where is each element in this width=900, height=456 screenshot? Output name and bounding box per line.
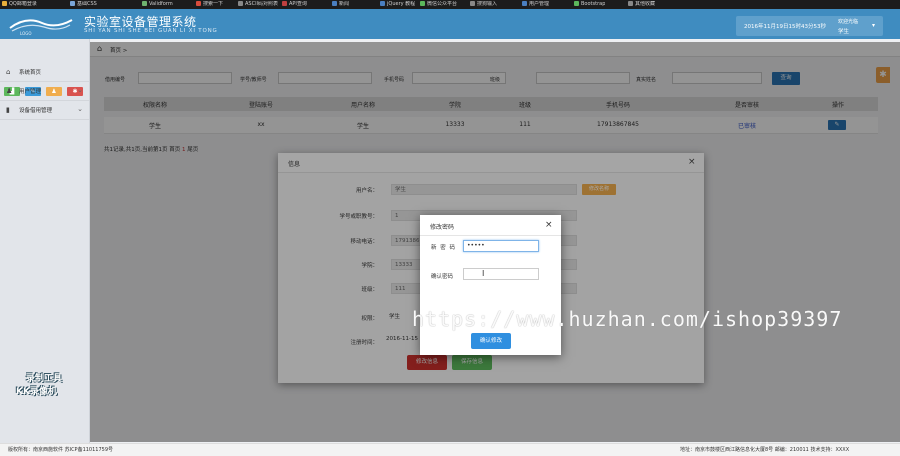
logo-text: LOGO	[20, 31, 31, 36]
user-name: 学生	[838, 29, 850, 35]
favicon-icon	[142, 1, 147, 6]
favicon-icon	[522, 1, 527, 6]
new-password-input[interactable]: •••••	[463, 240, 539, 252]
watermark-text: https://www.huzhan.com/ishop39397	[412, 307, 843, 331]
browser-tab-label: jQuery 教程	[387, 1, 416, 7]
browser-tab-label: API查询	[289, 1, 307, 7]
browser-tab[interactable]: API查询	[282, 1, 307, 8]
user-greeting: 欢迎光临	[838, 19, 859, 25]
browser-tab[interactable]: 基础CSS	[70, 1, 97, 8]
browser-tab[interactable]: 新闻	[332, 1, 349, 8]
browser-tab-label: ASCII码对照表	[245, 1, 279, 7]
sidebar-item-label: 用户管理	[19, 89, 42, 95]
recorder-badge-line1: 录制工具	[26, 374, 63, 384]
browser-tab[interactable]: 搜狗输入	[470, 1, 497, 8]
confirm-password-label: 确认密码	[431, 274, 454, 280]
browser-tab[interactable]: 其他收藏	[628, 1, 655, 8]
browser-tab-label: 微信公众平台	[427, 1, 458, 7]
footer-address: 地址：南京市鼓楼区西江路信息化大厦8号 邮编：210011 技术支持：XXXX	[680, 447, 850, 453]
browser-tab[interactable]: QQ邮箱登录	[2, 1, 37, 8]
browser-tab[interactable]: Bootstrap	[574, 1, 605, 8]
browser-tab-label: 新闻	[339, 1, 350, 7]
browser-tab-label: 搜狗输入	[477, 1, 498, 7]
chevron-down-icon[interactable]: ▾	[872, 22, 875, 29]
favicon-icon	[380, 1, 385, 6]
current-datetime: 2016年11月19日15时43分53秒	[744, 24, 826, 30]
chevron-down-icon: ⌄	[77, 105, 83, 113]
favicon-icon	[628, 1, 633, 6]
users-icon: ♟	[6, 87, 13, 95]
favicon-icon	[70, 1, 75, 6]
favicon-icon	[282, 1, 287, 6]
confirm-password-input[interactable]	[463, 268, 539, 280]
footer-copyright: 版权所有：南京西施软件 苏ICP备11011759号	[8, 447, 114, 453]
sidebar-item[interactable]: ▮ 设备借用管理 ⌄	[0, 101, 89, 120]
new-password-label: 新 密 码	[431, 245, 456, 251]
browser-tab-label: 用户管理	[529, 1, 550, 7]
sidebar-item-label: 设备借用管理	[19, 108, 53, 114]
browser-tab[interactable]: 搜索一下	[196, 1, 223, 8]
browser-tab-label: Bootstrap	[581, 1, 606, 7]
confirm-modify-button[interactable]: 确认修改	[471, 333, 511, 349]
browser-tab[interactable]: 微信公众平台	[420, 1, 457, 8]
sidebar-item-label: 系统首页	[19, 70, 42, 76]
browser-tab[interactable]: jQuery 教程	[380, 1, 415, 8]
favicon-icon	[196, 1, 201, 6]
favicon-icon	[420, 1, 425, 6]
sidebar-item[interactable]: ♟ 用户管理 ⌄	[0, 82, 89, 101]
logo: LOGO	[9, 19, 73, 36]
app-subtitle: SHI YAN SHI SHE BEI GUAN LI XI TONG	[84, 28, 218, 34]
browser-tab-label: Validform	[149, 1, 173, 7]
sidebar-item[interactable]: ⌂ 系统首页	[0, 63, 89, 82]
browser-tab-label: 基础CSS	[77, 1, 97, 7]
password-modal-title: 修改密码	[430, 224, 455, 231]
home-icon: ⌂	[6, 68, 11, 76]
favicon-icon	[332, 1, 337, 6]
favicon-icon	[470, 1, 475, 6]
close-icon[interactable]: ×	[545, 220, 553, 230]
chevron-down-icon: ⌄	[77, 86, 83, 94]
favicon-icon	[574, 1, 579, 6]
recorder-badge-line2: KK录像机	[16, 387, 57, 397]
browser-tab[interactable]: Validform	[142, 1, 173, 8]
favicon-icon	[2, 1, 7, 6]
browser-tab[interactable]: ASCII码对照表	[238, 1, 278, 8]
text-cursor-icon: I	[482, 269, 485, 278]
favicon-icon	[238, 1, 243, 6]
browser-tab[interactable]: 用户管理	[522, 1, 549, 8]
browser-tab-label: 其他收藏	[635, 1, 656, 7]
browser-tab-label: 搜索一下	[203, 1, 224, 7]
bookmark-icon: ▮	[6, 106, 10, 114]
browser-tab-label: QQ邮箱登录	[9, 1, 37, 7]
